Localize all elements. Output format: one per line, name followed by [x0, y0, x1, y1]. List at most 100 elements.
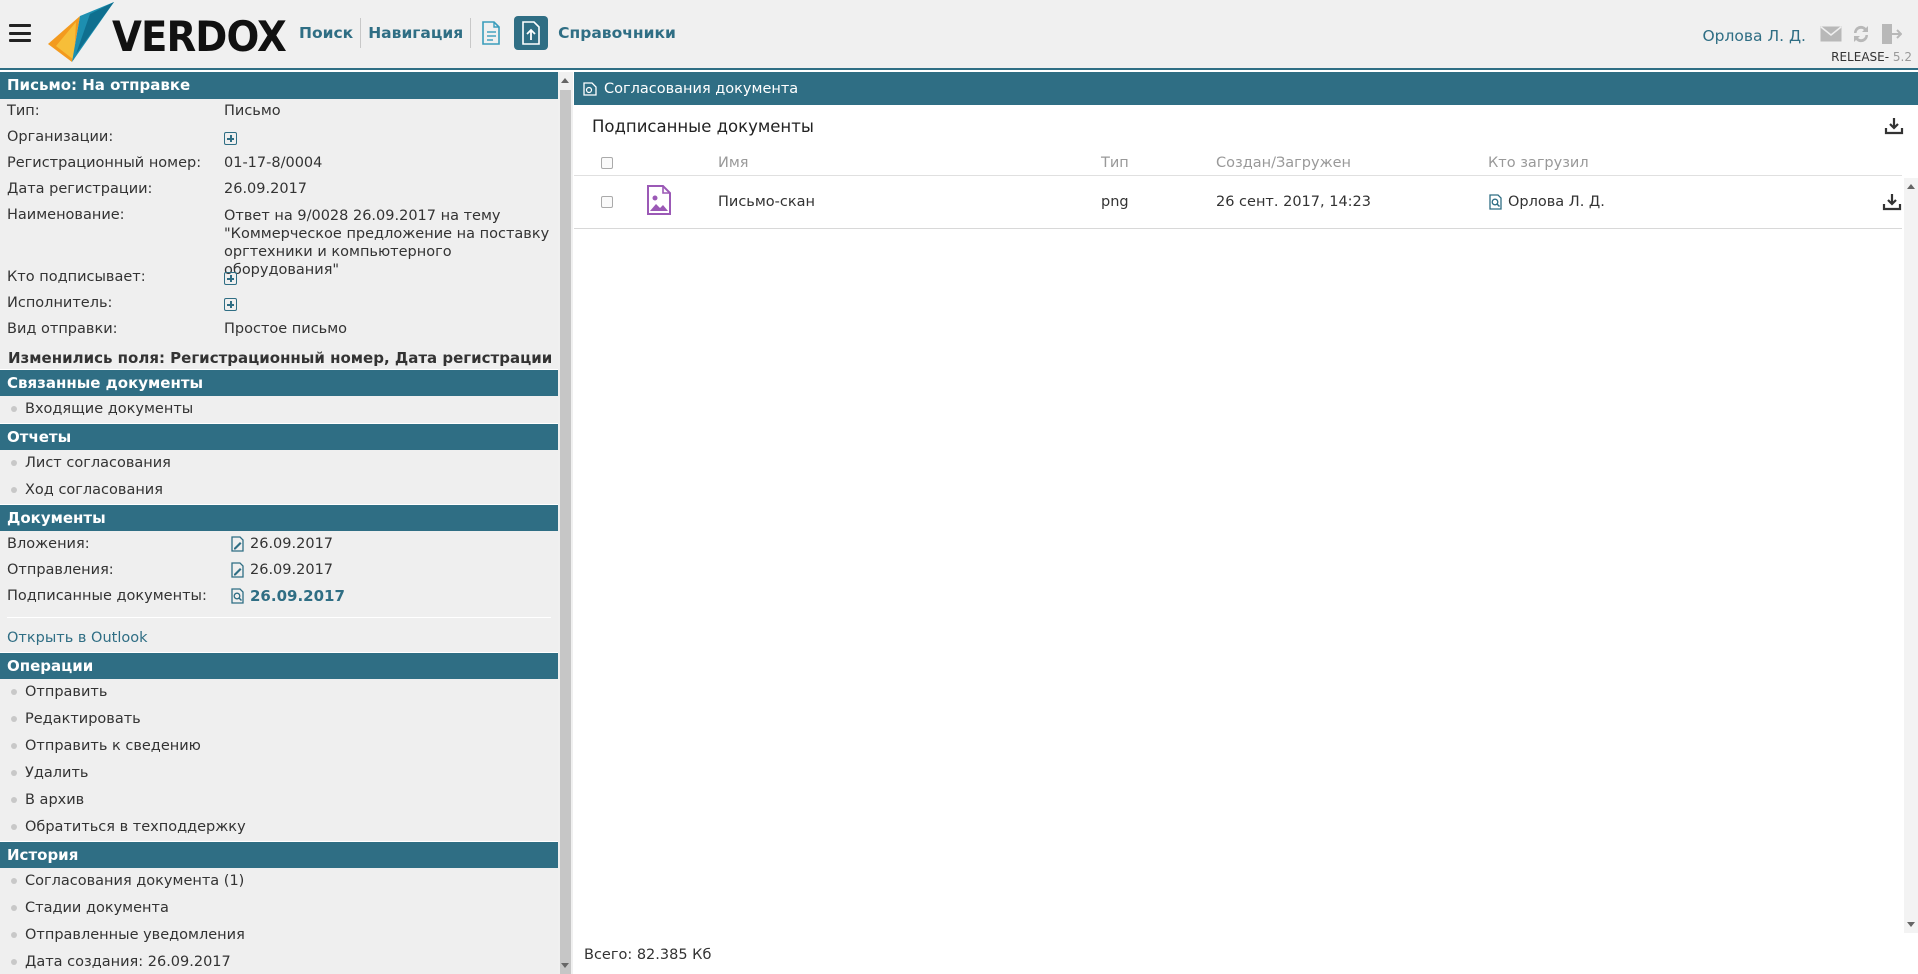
image-file-icon — [646, 185, 718, 219]
nav-navigation[interactable]: Навигация — [361, 15, 470, 51]
reports-header: Отчеты — [0, 423, 558, 450]
history-header: История — [0, 841, 558, 868]
field-type: Тип: Письмо — [0, 99, 558, 125]
doc-label: Вложения: — [7, 536, 90, 552]
field-value: Ответ на 9/0028 26.09.2017 на тему "Комм… — [224, 208, 550, 278]
document-search-icon — [1489, 194, 1502, 210]
select-all-checkbox[interactable] — [601, 156, 613, 169]
scroll-up-icon[interactable] — [561, 78, 569, 83]
file-uploader[interactable]: Орлова Л. Д. — [1488, 194, 1828, 210]
field-value: Письмо — [224, 103, 281, 119]
op-delete[interactable]: Удалить — [0, 760, 558, 787]
user-name[interactable]: Орлова Л. Д. — [1702, 27, 1806, 45]
approvals-panel: Согласования документа Подписанные докум… — [574, 72, 1918, 974]
doc-label: Отправления: — [7, 562, 114, 578]
doc-date: 26.09.2017 — [250, 536, 334, 552]
logo-mark-icon — [48, 2, 114, 62]
download-all-icon[interactable] — [1884, 117, 1904, 139]
doc-label: Подписанные документы: — [7, 588, 207, 604]
report-approval-sheet[interactable]: Лист согласования — [0, 450, 558, 477]
download-icon[interactable] — [1828, 193, 1902, 211]
op-archive[interactable]: В архив — [0, 787, 558, 814]
doc-attachments: Вложения: 26.09.2017 — [0, 531, 558, 557]
expand-plus-icon[interactable] — [224, 298, 237, 311]
table-header: Имя Тип Создан/Загружен Кто загрузил — [574, 150, 1902, 176]
panel-header: Согласования документа — [574, 72, 1918, 105]
field-label: Дата регистрации: — [7, 181, 153, 197]
history-stages[interactable]: Стадии документа — [0, 895, 558, 922]
signed-docs-title: Подписанные документы — [592, 117, 814, 136]
history-approvals[interactable]: Согласования документа (1) — [0, 868, 558, 895]
field-label: Наименование: — [7, 207, 125, 223]
upload-document-icon[interactable] — [514, 16, 549, 50]
col-uploader[interactable]: Кто загрузил — [1488, 155, 1828, 171]
op-edit[interactable]: Редактировать — [0, 706, 558, 733]
file-type: png — [1101, 194, 1129, 210]
doc-attachments-link[interactable]: 26.09.2017 — [230, 536, 333, 552]
col-type[interactable]: Тип — [1101, 155, 1216, 171]
op-send[interactable]: Отправить — [0, 679, 558, 706]
total-size: Всего: 82.385 Кб — [584, 947, 712, 963]
mail-icon[interactable] — [1820, 26, 1842, 46]
history-notifications[interactable]: Отправленные уведомления — [0, 922, 558, 949]
field-value: 01-17-8/0004 — [224, 155, 323, 171]
scroll-down-icon[interactable] — [1907, 922, 1915, 927]
divider — [7, 617, 551, 618]
release-label: RELEASE- — [1831, 50, 1890, 64]
field-executor: Исполнитель: — [0, 291, 558, 317]
related-item-incoming[interactable]: Входящие документы — [0, 396, 558, 423]
open-in-outlook-link[interactable]: Открыть в Outlook — [0, 628, 558, 652]
field-value: 26.09.2017 — [224, 181, 308, 197]
table-scrollbar[interactable] — [1904, 178, 1918, 933]
field-title: Наименование: Ответ на 9/0028 26.09.2017… — [0, 203, 558, 278]
field-value: Простое письмо — [224, 321, 348, 337]
op-support[interactable]: Обратиться в техподдержку — [0, 814, 558, 841]
row-checkbox[interactable] — [601, 196, 613, 208]
file-name[interactable]: Письмо-скан — [718, 194, 1101, 210]
doc-sendings-link[interactable]: 26.09.2017 — [230, 562, 333, 578]
refresh-icon[interactable] — [1850, 23, 1872, 49]
menu-icon[interactable] — [9, 24, 31, 42]
document-status-header: Письмо: На отправке — [0, 72, 558, 99]
main-nav: Поиск Навигация Справочники — [292, 15, 683, 51]
doc-date: 26.09.2017 — [250, 587, 345, 605]
history-created-date: Дата создания: 26.09.2017 — [0, 949, 558, 974]
doc-sendings: Отправления: 26.09.2017 — [0, 557, 558, 583]
release-number: 5.2 — [1892, 50, 1912, 64]
document-list-icon[interactable] — [474, 16, 508, 50]
logo[interactable]: VERDOX — [46, 2, 287, 68]
nav-directories[interactable]: Справочники — [551, 15, 683, 51]
field-label: Исполнитель: — [7, 295, 113, 311]
scroll-up-icon[interactable] — [1907, 184, 1915, 189]
document-edit-icon — [231, 562, 244, 578]
signed-docs-table: Имя Тип Создан/Загружен Кто загрузил Пис… — [574, 150, 1902, 229]
expand-plus-icon[interactable] — [224, 272, 237, 285]
expand-plus-icon[interactable] — [224, 132, 237, 145]
col-name[interactable]: Имя — [718, 155, 1101, 171]
left-scrollbar[interactable] — [558, 72, 573, 974]
changed-fields-note: Изменились поля: Регистрационный номер, … — [8, 349, 553, 367]
doc-signed: Подписанные документы: 26.09.2017 — [0, 583, 558, 609]
uploader-name: Орлова Л. Д. — [1508, 194, 1605, 210]
table-row[interactable]: Письмо-скан png 26 сент. 2017, 14:23 Орл… — [574, 176, 1902, 229]
logout-icon[interactable] — [1880, 22, 1903, 50]
nav-divider — [470, 18, 472, 48]
field-label: Кто подписывает: — [7, 269, 146, 285]
operations-header: Операции — [0, 652, 558, 679]
report-approval-progress[interactable]: Ход согласования — [0, 477, 558, 504]
top-bar: VERDOX Поиск Навигация Справочники Орлов… — [0, 0, 1918, 70]
field-label: Организации: — [7, 129, 114, 145]
file-created: 26 сент. 2017, 14:23 — [1216, 194, 1372, 210]
field-reg-date: Дата регистрации: 26.09.2017 — [0, 177, 558, 203]
nav-search[interactable]: Поиск — [292, 15, 360, 51]
col-created[interactable]: Создан/Загружен — [1216, 155, 1488, 171]
panel-title: Согласования документа — [604, 80, 799, 97]
field-label: Вид отправки: — [7, 321, 118, 337]
op-send-for-info[interactable]: Отправить к сведению — [0, 733, 558, 760]
scroll-thumb[interactable] — [560, 90, 571, 974]
documents-header: Документы — [0, 504, 558, 531]
document-edit-icon — [231, 536, 244, 552]
doc-signed-link[interactable]: 26.09.2017 — [230, 587, 345, 605]
scroll-down-icon[interactable] — [561, 963, 569, 968]
field-label: Тип: — [7, 103, 40, 119]
